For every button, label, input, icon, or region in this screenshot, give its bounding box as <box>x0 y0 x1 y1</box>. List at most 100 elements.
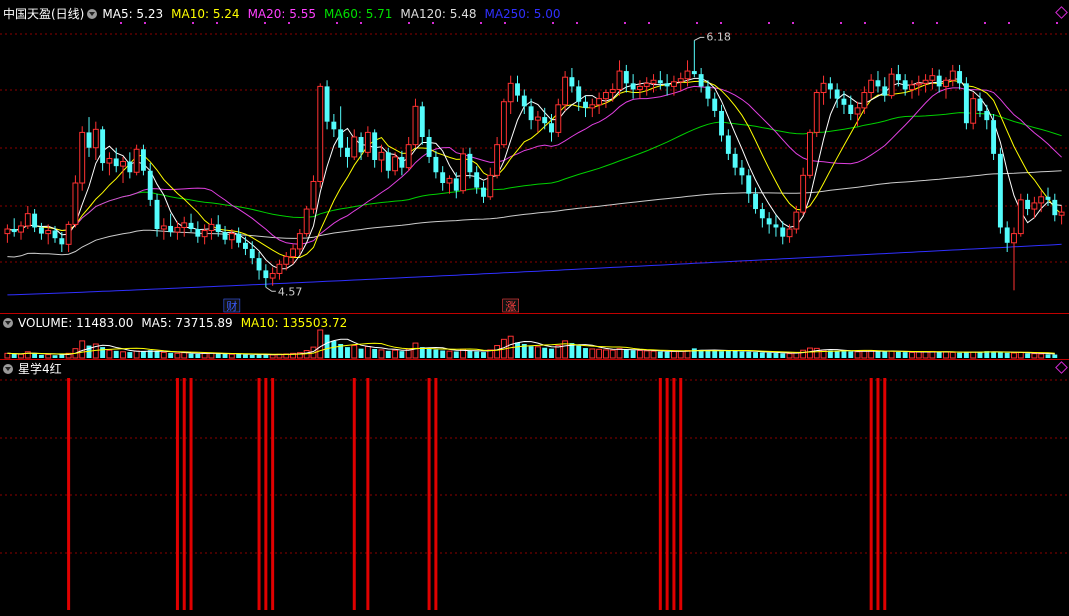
candle-body <box>521 95 527 107</box>
volume-bar <box>195 353 201 358</box>
stock-chart: 6.18 4.57 财 涨 <box>0 22 1069 610</box>
candle-body <box>467 153 473 173</box>
candle-body <box>59 238 65 245</box>
top-marker <box>552 22 554 24</box>
volume-bar <box>1031 353 1038 359</box>
volume-bar <box>154 351 160 358</box>
volume-bar <box>630 350 636 358</box>
candle-body <box>991 120 997 154</box>
candle-body <box>92 128 99 149</box>
candle-body <box>446 177 453 184</box>
volume-bar <box>943 351 949 359</box>
candle-body <box>542 117 548 124</box>
candle-body <box>106 157 113 164</box>
signal-bar <box>352 378 356 610</box>
signal-bar <box>658 378 662 610</box>
signal-bar <box>883 378 887 610</box>
candle-body <box>256 258 262 271</box>
candle-body <box>984 110 990 121</box>
volume-bar <box>1038 353 1045 359</box>
candle-body <box>820 82 827 94</box>
candle-body <box>915 82 922 86</box>
volume-bar <box>746 351 752 358</box>
signal-bar <box>366 378 370 610</box>
candle-body <box>698 74 704 87</box>
volume-bar <box>549 348 554 358</box>
candle-body <box>303 208 310 235</box>
top-marker <box>840 22 842 24</box>
candle-body <box>290 248 297 258</box>
signal-bar <box>271 378 275 610</box>
volume-bar <box>528 346 534 358</box>
volume-bar <box>854 351 861 359</box>
volume-bar <box>1045 354 1051 358</box>
volume-bar <box>800 349 807 359</box>
top-marker <box>1056 22 1058 24</box>
volume-bar <box>834 350 840 358</box>
volume-bar <box>52 355 58 358</box>
volume-bar <box>970 351 977 359</box>
volume-bar <box>882 351 888 358</box>
signal-bar <box>672 378 676 610</box>
volume-bar <box>174 352 181 359</box>
candle-body <box>1038 196 1045 204</box>
candle-body <box>331 121 337 130</box>
candle-body <box>1058 211 1065 216</box>
candle-body <box>345 147 350 157</box>
volume-bar <box>609 349 616 359</box>
candle-body <box>868 79 875 94</box>
candle-body <box>72 182 79 225</box>
volume-bar <box>399 351 405 358</box>
annotation-pointer <box>265 286 276 292</box>
candle-body <box>127 161 133 173</box>
volume-bar <box>1052 354 1058 358</box>
candle-body <box>133 148 140 173</box>
candle-body <box>753 193 758 210</box>
volume-bar <box>79 340 86 359</box>
volume-bar <box>467 350 473 358</box>
candle-body <box>79 131 86 184</box>
volume-bar <box>583 348 588 358</box>
ma120-line <box>7 170 1062 258</box>
candle-body <box>596 98 603 106</box>
candle-body <box>534 116 541 121</box>
candle-body <box>4 228 11 235</box>
candle-body <box>977 98 983 111</box>
candle-body <box>433 156 439 173</box>
candle-body <box>807 131 813 176</box>
candle-body <box>1052 199 1058 216</box>
candle-body <box>222 232 228 240</box>
candle-body <box>263 270 269 279</box>
candle-body <box>1025 199 1031 210</box>
candle-body <box>657 80 663 84</box>
volume-bar <box>120 351 126 359</box>
candle-body <box>746 175 752 194</box>
volume-bar <box>1004 352 1010 358</box>
volume-bar <box>542 347 548 358</box>
top-marker <box>360 22 362 24</box>
volume-bar <box>38 354 44 358</box>
volume-bar <box>11 353 17 358</box>
signal-bar <box>257 378 261 610</box>
volume-bar <box>596 348 603 359</box>
candle-body <box>841 98 847 105</box>
candle-body <box>555 104 562 133</box>
candle-body <box>766 218 772 225</box>
ma20-line <box>7 85 1062 245</box>
volume-bar <box>426 348 432 358</box>
candle-body <box>602 92 609 100</box>
volume-bar <box>331 340 337 358</box>
signal-bar <box>869 378 873 610</box>
volume-bar <box>181 352 188 359</box>
candle-body <box>670 81 677 87</box>
volume-bar <box>780 353 786 358</box>
volume-bar <box>677 350 684 359</box>
volume-bar <box>18 353 24 359</box>
candle-body <box>800 174 807 213</box>
candle-body <box>500 101 507 146</box>
signal-bar <box>175 378 179 610</box>
candle-body <box>100 129 106 164</box>
volume-bar <box>895 351 901 358</box>
candle-body <box>630 83 636 90</box>
top-marker <box>144 22 146 24</box>
